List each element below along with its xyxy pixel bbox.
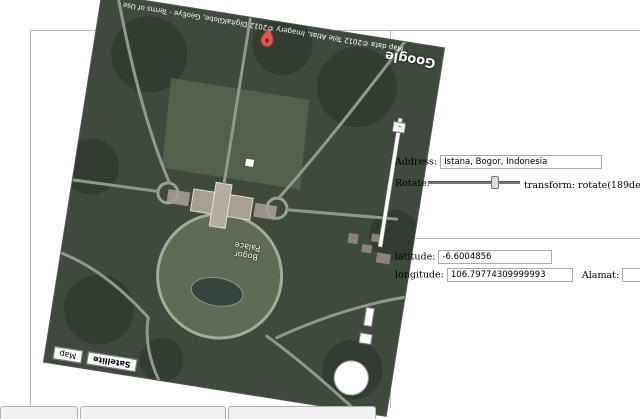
transform-text: transform: rotate(189deg);: [524, 180, 640, 191]
alamat-input[interactable]: [622, 268, 640, 282]
map-container[interactable]: – Map data ©2012 Tele Atlas, Imagery ©20…: [31, 0, 444, 416]
bottom-tab-2[interactable]: [80, 406, 226, 419]
longitude-row: longitude: 106.79774309999993 Alamat:: [395, 268, 640, 282]
bottom-tab-3[interactable]: [228, 406, 376, 419]
map-canvas[interactable]: – Map data ©2012 Tele Atlas, Imagery ©20…: [44, 0, 444, 416]
latitude-row: latitude: -6.6004856: [395, 250, 553, 264]
latitude-label: latitude:: [395, 251, 436, 263]
rotate-slider[interactable]: [428, 181, 520, 184]
rotate-label: Rotate:: [395, 178, 430, 189]
right-section-divider: [391, 238, 640, 239]
bottom-tab-1[interactable]: [0, 406, 78, 419]
address-label: Address:: [395, 156, 438, 168]
longitude-label: longitude:: [395, 269, 444, 281]
rotate-slider-handle[interactable]: [491, 176, 500, 189]
alamat-label: Alamat:: [581, 269, 620, 281]
rotate-row: Rotate:: [395, 178, 430, 189]
place-label: Bogor Palace: [233, 240, 261, 262]
latitude-input[interactable]: -6.6004856: [438, 250, 553, 264]
address-input[interactable]: Istana, Bogor, Indonesia: [440, 155, 603, 169]
address-row: Address: Istana, Bogor, Indonesia: [395, 155, 603, 169]
longitude-input[interactable]: 106.79774309999993: [446, 268, 573, 282]
